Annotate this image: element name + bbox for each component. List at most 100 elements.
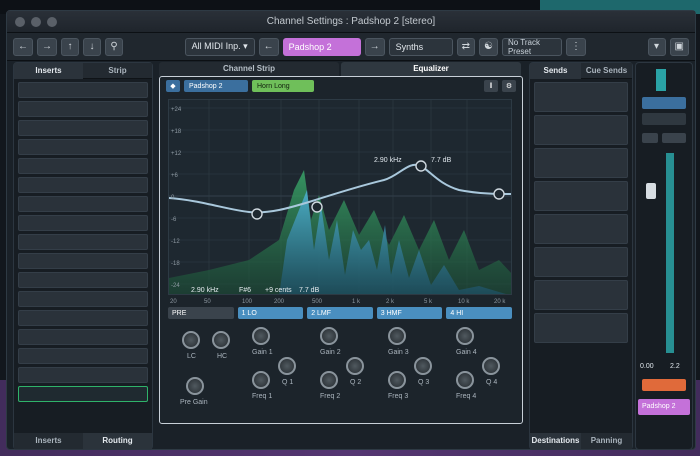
send-slot[interactable]: [534, 82, 628, 112]
window-title: Channel Settings : Padshop 2 [stereo]: [266, 16, 436, 27]
insert-slot[interactable]: [18, 234, 148, 250]
send-slot[interactable]: [534, 115, 628, 145]
insert-slot[interactable]: [18, 196, 148, 212]
eq-preset-chip[interactable]: Horn Long: [252, 80, 314, 92]
fader-panel: 0.00 2.2 Padshop 2: [635, 62, 693, 450]
layout-icon[interactable]: ▣: [669, 37, 689, 56]
gain4-knob[interactable]: [456, 327, 474, 345]
channel-name-field[interactable]: Padshop 2: [282, 37, 361, 56]
solo-button[interactable]: [662, 133, 686, 143]
insert-slot[interactable]: [18, 272, 148, 288]
eq-bypass-icon[interactable]: ‖: [484, 80, 498, 92]
send-slot[interactable]: [534, 148, 628, 178]
lc-knob[interactable]: [182, 331, 200, 349]
search-icon[interactable]: ⚲: [105, 37, 123, 56]
insert-slot[interactable]: [18, 177, 148, 193]
eq-settings-icon[interactable]: ⚙: [502, 80, 516, 92]
insert-slot[interactable]: [18, 367, 148, 383]
gain3-knob[interactable]: [388, 327, 406, 345]
freq1-knob[interactable]: [252, 371, 270, 389]
hc-knob[interactable]: [212, 331, 230, 349]
tab-equalizer[interactable]: Equalizer: [341, 62, 521, 76]
send-slot[interactable]: [534, 280, 628, 310]
tab-channel-strip[interactable]: Channel Strip: [159, 62, 339, 76]
send-slot[interactable]: [534, 313, 628, 343]
insert-slot[interactable]: [18, 139, 148, 155]
insert-slot[interactable]: [18, 82, 148, 98]
forward-icon[interactable]: →: [37, 37, 57, 56]
eq-graph[interactable]: 2.90 kHz 7.7 dB +24 +18 +12 +6 0 -6 -12 …: [168, 99, 512, 295]
insert-slot[interactable]: [18, 158, 148, 174]
pre-gain-knob[interactable]: [186, 377, 204, 395]
freq3-label: Freq 3: [388, 393, 409, 400]
x-tick: 2 k: [386, 299, 395, 305]
band-1-lo[interactable]: 1 LO: [237, 307, 304, 319]
insert-slot[interactable]: [18, 291, 148, 307]
eq-node-4[interactable]: [493, 188, 505, 200]
band-3-hmf[interactable]: 3 HMF: [376, 307, 443, 319]
tab-routing[interactable]: Routing: [83, 433, 152, 449]
tab-destinations[interactable]: Destinations: [530, 433, 581, 449]
insert-slot-active[interactable]: [18, 386, 148, 402]
gain2-knob[interactable]: [320, 327, 338, 345]
tab-bottom-inserts[interactable]: Inserts: [14, 433, 83, 449]
insert-slot[interactable]: [18, 253, 148, 269]
gain1-knob[interactable]: [252, 327, 270, 345]
band-pre[interactable]: PRE: [168, 307, 234, 319]
main-area: Inserts Strip Inserts Routing Channel St…: [7, 62, 695, 450]
arrow-right-icon[interactable]: →: [364, 37, 385, 56]
band-4-hi[interactable]: 4 HI: [446, 307, 512, 319]
tab-strip[interactable]: Strip: [83, 63, 152, 79]
send-slot[interactable]: [534, 181, 628, 211]
track-preset-icon[interactable]: ☯: [479, 37, 498, 56]
q1-knob[interactable]: [278, 357, 296, 375]
fader-handle[interactable]: [646, 183, 656, 199]
down-icon[interactable]: ↓: [83, 37, 101, 56]
insert-slot[interactable]: [18, 120, 148, 136]
record-button[interactable]: [642, 113, 686, 125]
eq-node-2[interactable]: [311, 201, 323, 213]
q3-knob[interactable]: [414, 357, 432, 375]
tab-inserts[interactable]: Inserts: [14, 62, 83, 79]
insert-slot[interactable]: [18, 101, 148, 117]
send-slot[interactable]: [534, 214, 628, 244]
freq1-label: Freq 1: [252, 393, 273, 400]
back-icon[interactable]: ←: [13, 37, 33, 56]
settings-icon[interactable]: ▾: [647, 37, 666, 56]
freq3-knob[interactable]: [388, 371, 406, 389]
eq-node-1[interactable]: [251, 208, 263, 220]
x-tick: 5 k: [424, 299, 433, 305]
arrow-left-icon[interactable]: ←: [258, 37, 279, 56]
eq-node-3[interactable]: [415, 160, 427, 172]
insert-slot[interactable]: [18, 310, 148, 326]
gain1-label: Gain 1: [252, 349, 273, 356]
insert-slot[interactable]: [18, 329, 148, 345]
q4-knob[interactable]: [482, 357, 500, 375]
band-2-lmf[interactable]: 2 LMF: [307, 307, 373, 319]
monitor-button[interactable]: [642, 97, 686, 109]
q2-knob[interactable]: [346, 357, 364, 375]
insert-slot[interactable]: [18, 348, 148, 364]
freq2-knob[interactable]: [320, 371, 338, 389]
y-tick: -6: [171, 217, 177, 223]
x-tick: 10 k: [458, 299, 470, 305]
tab-sends[interactable]: Sends: [530, 62, 581, 79]
input-routing-select[interactable]: All MIDI Inp. ▾: [184, 37, 255, 56]
lc-label: LC: [187, 353, 196, 360]
eq-power-icon[interactable]: ◆: [166, 80, 180, 92]
insert-slot[interactable]: [18, 215, 148, 231]
preset-options-button[interactable]: ⋮: [565, 37, 586, 56]
mute-button[interactable]: [642, 133, 658, 143]
track-preset-field[interactable]: No Track Preset: [501, 37, 562, 56]
channel-record-button[interactable]: [642, 379, 686, 391]
up-icon[interactable]: ↑: [61, 37, 79, 56]
tab-cue-sends[interactable]: Cue Sends: [581, 63, 632, 79]
folder-select[interactable]: Synths: [388, 37, 453, 56]
eq-channel-chip[interactable]: Padshop 2: [184, 80, 248, 92]
tab-panning[interactable]: Panning: [581, 433, 632, 449]
send-slot[interactable]: [534, 247, 628, 277]
eq-band-headers: PRE 1 LO 2 LMF 3 HMF 4 HI: [168, 307, 512, 321]
freq4-knob[interactable]: [456, 371, 474, 389]
freq2-label: Freq 2: [320, 393, 341, 400]
link-icon[interactable]: ⇄: [456, 37, 475, 56]
